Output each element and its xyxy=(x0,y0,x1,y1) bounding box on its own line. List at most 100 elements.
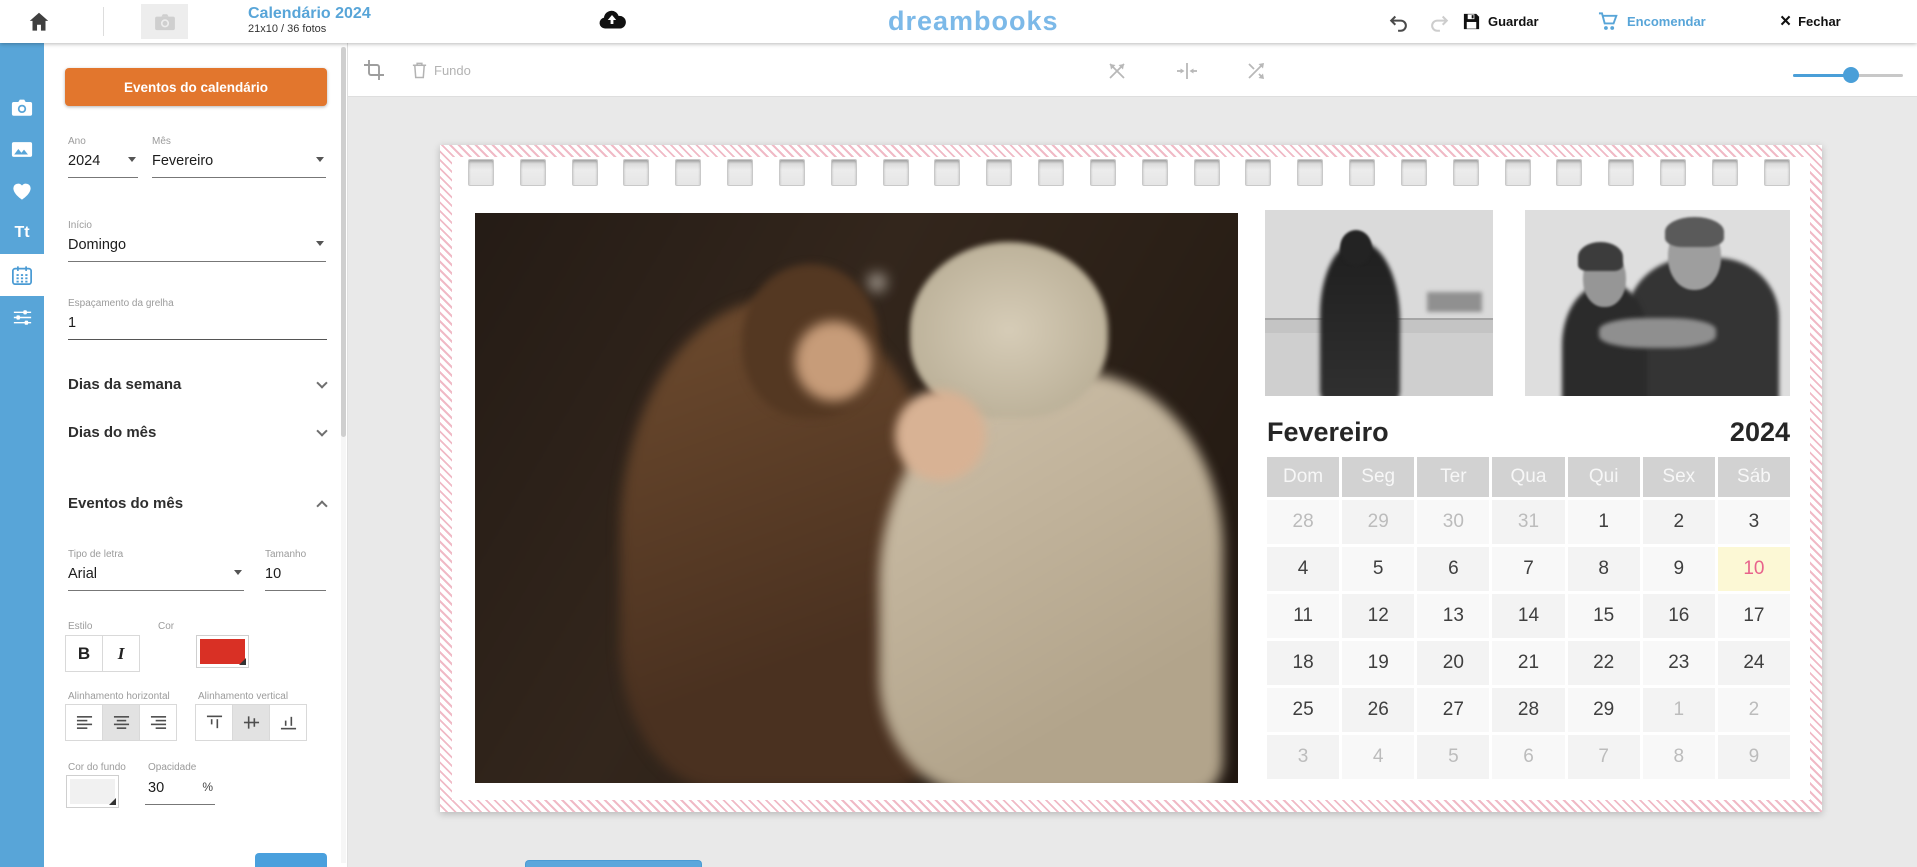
small-photo-2[interactable] xyxy=(1525,210,1790,396)
day-cell[interactable]: 9 xyxy=(1643,547,1715,591)
section-weekdays[interactable]: Dias da semana xyxy=(68,376,326,393)
redo-button[interactable] xyxy=(1428,0,1450,43)
align-top-icon xyxy=(205,714,224,731)
day-cell[interactable]: 11 xyxy=(1267,594,1339,638)
day-cell[interactable]: 6 xyxy=(1492,735,1564,779)
day-cell[interactable]: 21 xyxy=(1492,641,1564,685)
font-family-select[interactable]: Tipo de letra Arial xyxy=(68,549,244,591)
font-size-input[interactable]: Tamanho 10 xyxy=(265,549,326,591)
opacity-input[interactable]: 30 % xyxy=(145,779,215,805)
bottom-popup-partial[interactable] xyxy=(525,860,702,867)
day-cell[interactable]: 12 xyxy=(1342,594,1414,638)
day-cell[interactable]: 23 xyxy=(1643,641,1715,685)
day-cell[interactable]: 9 xyxy=(1718,735,1790,779)
day-cell[interactable]: 8 xyxy=(1643,735,1715,779)
align-middle-button[interactable] xyxy=(232,704,270,741)
align-top-button[interactable] xyxy=(195,704,233,741)
day-cell[interactable]: 6 xyxy=(1417,547,1489,591)
align-bottom-button[interactable] xyxy=(269,704,307,741)
day-cell[interactable]: 29 xyxy=(1342,500,1414,544)
crop-button[interactable] xyxy=(362,58,386,82)
section-monthdays[interactable]: Dias do mês xyxy=(68,424,326,441)
day-cell[interactable]: 13 xyxy=(1417,594,1489,638)
day-cell[interactable]: 27 xyxy=(1417,688,1489,732)
day-cell[interactable]: 19 xyxy=(1342,641,1414,685)
sidebar-item-text[interactable]: Tt xyxy=(0,212,44,254)
day-cell[interactable]: 20 xyxy=(1417,641,1489,685)
flip-horizontal-button[interactable] xyxy=(1175,59,1199,83)
day-cell[interactable]: 26 xyxy=(1342,688,1414,732)
binding-hole xyxy=(1038,159,1064,186)
day-cell[interactable]: 3 xyxy=(1267,735,1339,779)
day-cell[interactable]: 4 xyxy=(1342,735,1414,779)
close-label: Fechar xyxy=(1798,14,1841,29)
shuffle-tool-button[interactable] xyxy=(1245,59,1269,83)
day-cell[interactable]: 4 xyxy=(1267,547,1339,591)
align-center-button[interactable] xyxy=(102,704,140,741)
grid-spacing-input[interactable]: Espaçamento da grelha 1 xyxy=(68,298,327,340)
day-cell[interactable]: 25 xyxy=(1267,688,1339,732)
section-month-events[interactable]: Eventos do mês xyxy=(68,495,326,512)
day-cell[interactable]: 3 xyxy=(1718,500,1790,544)
day-cell[interactable]: 30 xyxy=(1417,500,1489,544)
zoom-slider[interactable] xyxy=(1793,67,1903,83)
top-bar: Calendário 2024 21x10 / 36 fotos dreambo… xyxy=(0,0,1917,43)
close-button[interactable]: × Fechar xyxy=(1780,0,1841,43)
swap-tool-button[interactable] xyxy=(1105,59,1129,83)
main-photo[interactable] xyxy=(475,213,1238,783)
align-left-button[interactable] xyxy=(65,704,103,741)
day-cell[interactable]: 28 xyxy=(1492,688,1564,732)
day-cell[interactable]: 8 xyxy=(1568,547,1640,591)
delete-background-button[interactable]: Fundo xyxy=(411,61,471,79)
day-cell[interactable]: 2 xyxy=(1643,500,1715,544)
day-cell[interactable]: 7 xyxy=(1492,547,1564,591)
day-cell[interactable]: 1 xyxy=(1643,688,1715,732)
binding-hole xyxy=(1297,159,1323,186)
bold-button[interactable]: B xyxy=(65,635,103,672)
day-cell[interactable]: 15 xyxy=(1568,594,1640,638)
apply-button[interactable] xyxy=(255,853,327,867)
day-cell[interactable]: 1 xyxy=(1568,500,1640,544)
scrollbar-thumb[interactable] xyxy=(341,47,346,437)
day-cell[interactable]: 14 xyxy=(1492,594,1564,638)
bg-color-picker[interactable] xyxy=(66,775,119,808)
month-select[interactable]: Mês Fevereiro xyxy=(152,136,326,178)
italic-button[interactable]: I xyxy=(102,635,140,672)
binding-hole xyxy=(1764,159,1790,186)
sidebar-item-calendar[interactable] xyxy=(0,254,44,296)
sidebar-item-settings[interactable] xyxy=(0,296,44,338)
week-start-select[interactable]: Início Domingo xyxy=(68,220,326,262)
align-right-button[interactable] xyxy=(139,704,177,741)
sidebar-item-favorites[interactable] xyxy=(0,170,44,212)
calendar-events-button[interactable]: Eventos do calendário xyxy=(65,68,327,106)
day-cell-highlighted[interactable]: 10 xyxy=(1718,547,1790,591)
align-right-icon xyxy=(149,714,168,731)
event-color-picker[interactable] xyxy=(196,635,249,668)
day-cell[interactable]: 5 xyxy=(1417,735,1489,779)
zoom-slider-knob[interactable] xyxy=(1843,67,1859,83)
day-cell[interactable]: 22 xyxy=(1568,641,1640,685)
day-cell[interactable]: 2 xyxy=(1718,688,1790,732)
day-cell[interactable]: 24 xyxy=(1718,641,1790,685)
chevron-up-icon xyxy=(316,500,327,511)
day-cell[interactable]: 5 xyxy=(1342,547,1414,591)
day-cell[interactable]: 28 xyxy=(1267,500,1339,544)
sidebar-item-photos[interactable] xyxy=(0,86,44,128)
panel-scrollbar[interactable] xyxy=(341,47,346,863)
small-photo-1[interactable] xyxy=(1265,210,1493,396)
year-select[interactable]: Ano 2024 xyxy=(68,136,138,178)
align-bottom-icon xyxy=(279,714,298,731)
day-cell[interactable]: 17 xyxy=(1718,594,1790,638)
day-cell[interactable]: 29 xyxy=(1568,688,1640,732)
order-button[interactable]: Encomendar xyxy=(1597,0,1706,43)
home-button[interactable] xyxy=(26,9,52,35)
day-cell[interactable]: 16 xyxy=(1643,594,1715,638)
save-button[interactable]: Guardar xyxy=(1462,0,1539,43)
day-cell[interactable]: 18 xyxy=(1267,641,1339,685)
cloud-sync-status xyxy=(597,8,627,32)
day-cell[interactable]: 31 xyxy=(1492,500,1564,544)
sidebar-item-backgrounds[interactable] xyxy=(0,128,44,170)
font-family-label: Tipo de letra xyxy=(68,549,244,560)
undo-button[interactable] xyxy=(1388,0,1410,43)
day-cell[interactable]: 7 xyxy=(1568,735,1640,779)
